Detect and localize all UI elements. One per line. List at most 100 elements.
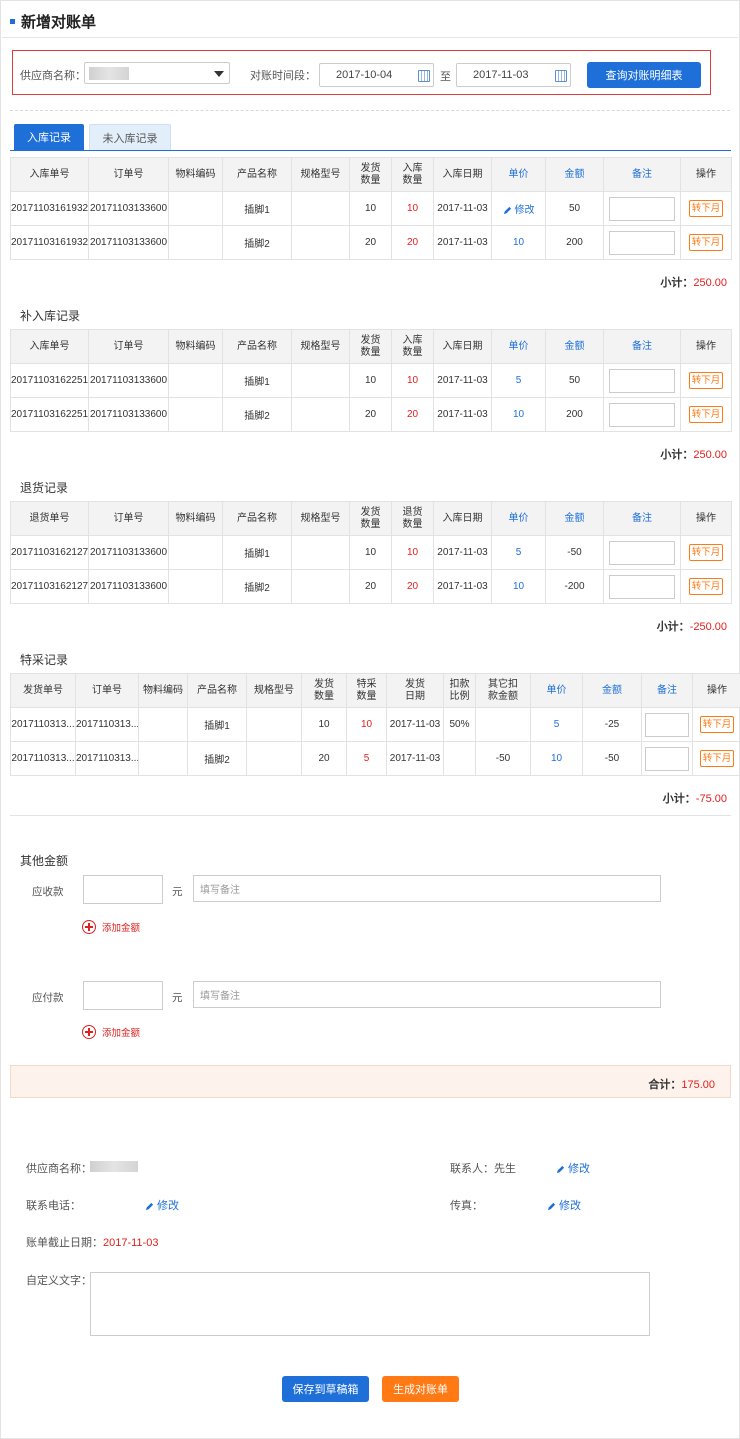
other-amount-title: 其他金额 xyxy=(20,854,69,868)
amount-cell: -50 xyxy=(582,741,642,776)
deduct-ratio-cell xyxy=(443,741,476,776)
fax-edit-link[interactable]: 修改 xyxy=(547,1197,581,1213)
transfer-next-month-button[interactable]: 转下月 xyxy=(688,544,724,561)
column-header: 订单号 xyxy=(88,501,169,536)
column-header: 备注 xyxy=(603,329,681,364)
amount-cell: -50 xyxy=(545,535,604,570)
transfer-next-month-button[interactable]: 转下月 xyxy=(688,372,724,389)
action-cell: 转下月 xyxy=(680,397,732,432)
material-code-cell xyxy=(168,569,223,604)
column-header: 订单号 xyxy=(88,329,169,364)
deadline-value: 2017-11-03 xyxy=(103,1237,159,1249)
transfer-next-month-button[interactable]: 转下月 xyxy=(688,406,724,423)
order-no-cell: 20171103133600 xyxy=(88,191,169,226)
column-header: 扣款 比例 xyxy=(443,673,476,708)
phone-edit-link[interactable]: 修改 xyxy=(145,1197,179,1213)
doc-no-cell: 2017110313... xyxy=(10,707,76,742)
column-header: 备注 xyxy=(641,673,693,708)
calendar-icon[interactable] xyxy=(418,70,430,82)
payable-remark-input[interactable]: 填写备注 xyxy=(193,981,661,1008)
amount-cell: 50 xyxy=(545,363,604,398)
supplement-section-title: 补入库记录 xyxy=(20,309,81,323)
receivable-add-amount-link[interactable]: 添加金额 xyxy=(82,920,140,934)
remark-input[interactable] xyxy=(609,368,675,393)
payable-unit: 元 xyxy=(172,992,183,1004)
to-label: 至 xyxy=(440,71,451,83)
column-header: 发货单号 xyxy=(10,673,76,708)
ship-qty-cell: 20 xyxy=(349,225,392,260)
supplier-select[interactable] xyxy=(84,62,230,84)
column-header: 操作 xyxy=(680,157,732,192)
other-deduct-cell: -50 xyxy=(475,741,531,776)
remark-input[interactable] xyxy=(645,746,689,771)
ship-qty-cell: 10 xyxy=(349,191,392,226)
product-name-cell: 插脚2 xyxy=(222,225,292,260)
table-header-row: 退货单号 订单号 物料编码 产品名称 规格型号 发货 数量 退货 数量 入库日期 单价 金额 备注操… xyxy=(10,501,732,536)
remark-cell xyxy=(641,707,693,742)
payable-amount-input[interactable] xyxy=(83,981,163,1010)
payable-add-amount-link[interactable]: 添加金额 xyxy=(82,1025,140,1039)
special-table: 发货单号 订单号 物料编码 产品名称 规格型号 发货 数量 特采 数量 发货 日期 扣款 比例其… xyxy=(10,673,740,776)
ship-qty-cell: 20 xyxy=(301,741,347,776)
doc-no-cell: 20171103161932 xyxy=(10,225,89,260)
column-header: 其它扣 款金额 xyxy=(475,673,531,708)
remark-input[interactable] xyxy=(609,540,675,565)
spec-cell xyxy=(291,535,350,570)
remark-input[interactable] xyxy=(609,402,675,427)
doc-no-cell: 20171103162251 xyxy=(10,397,89,432)
transfer-next-month-button[interactable]: 转下月 xyxy=(688,578,724,595)
special-section-title: 特采记录 xyxy=(20,653,69,667)
page-title: 新增对账单 xyxy=(10,10,96,32)
generate-statement-button[interactable]: 生成对账单 xyxy=(382,1376,459,1402)
title-divider xyxy=(2,37,738,38)
column-header: 单价 xyxy=(491,157,546,192)
transfer-next-month-button[interactable]: 转下月 xyxy=(699,716,735,733)
column-header: 入库日期 xyxy=(433,157,492,192)
remark-input[interactable] xyxy=(609,230,675,255)
material-code-cell xyxy=(138,741,188,776)
column-header: 产品名称 xyxy=(222,157,292,192)
transfer-next-month-button[interactable]: 转下月 xyxy=(688,234,724,251)
column-header: 产品名称 xyxy=(222,329,292,364)
doc-no-cell: 2017110313... xyxy=(10,741,76,776)
material-code-cell xyxy=(168,535,223,570)
column-header: 退货单号 xyxy=(10,501,89,536)
remark-cell xyxy=(641,741,693,776)
tab-inbound[interactable]: 入库记录 xyxy=(14,124,84,150)
receivable-amount-input[interactable] xyxy=(83,875,163,904)
transfer-next-month-button[interactable]: 转下月 xyxy=(688,200,724,217)
remark-input[interactable] xyxy=(645,712,689,737)
end-date-input[interactable]: 2017-11-03 xyxy=(456,63,571,87)
remark-input[interactable] xyxy=(609,196,675,221)
receivable-remark-input[interactable]: 填写备注 xyxy=(193,875,661,902)
column-header: 订单号 xyxy=(75,673,139,708)
transfer-next-month-button[interactable]: 转下月 xyxy=(699,750,735,767)
price-edit-cell[interactable]: 修改 xyxy=(491,191,546,226)
product-name-cell: 插脚1 xyxy=(222,363,292,398)
start-date-input[interactable]: 2017-10-04 xyxy=(319,63,434,87)
returns-table: 退货单号 订单号 物料编码 产品名称 规格型号 发货 数量 退货 数量 入库日期 单价 金额 备注操… xyxy=(10,501,732,604)
column-header: 规格型号 xyxy=(246,673,302,708)
tab-not-inbound[interactable]: 未入库记录 xyxy=(89,124,171,150)
ship-qty-cell: 10 xyxy=(301,707,347,742)
remark-input[interactable] xyxy=(609,574,675,599)
date-cell: 2017-11-03 xyxy=(386,707,444,742)
doc-no-cell: 20171103162251 xyxy=(10,363,89,398)
custom-text-textarea[interactable] xyxy=(90,1272,650,1336)
order-no-cell: 20171103133600 xyxy=(88,363,169,398)
column-header: 发货 数量 xyxy=(349,501,392,536)
qty-cell: 20 xyxy=(391,225,434,260)
date-cell: 2017-11-03 xyxy=(433,225,492,260)
calendar-icon[interactable] xyxy=(555,70,567,82)
doc-no-cell: 20171103162127 xyxy=(10,569,89,604)
save-draft-button[interactable]: 保存到草稿箱 xyxy=(282,1376,369,1402)
action-cell: 转下月 xyxy=(680,569,732,604)
add-amount-label: 添加金额 xyxy=(102,923,141,934)
product-name-cell: 插脚2 xyxy=(222,397,292,432)
order-no-cell: 20171103133600 xyxy=(88,397,169,432)
query-details-button[interactable]: 查询对账明细表 xyxy=(587,62,701,88)
contact-edit-link[interactable]: 修改 xyxy=(556,1160,590,1176)
special-qty-cell: 5 xyxy=(346,741,387,776)
product-name-cell: 插脚1 xyxy=(187,707,247,742)
material-code-cell xyxy=(168,225,223,260)
